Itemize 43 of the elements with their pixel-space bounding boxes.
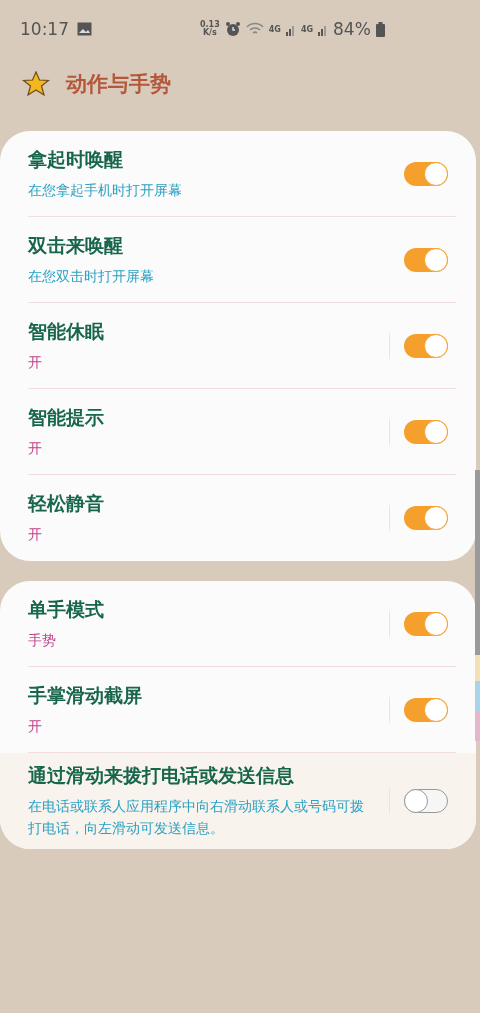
clock-time: 10:17 <box>20 19 69 39</box>
setting-row[interactable]: 手掌滑动截屏 开 <box>0 667 476 753</box>
setting-row[interactable]: 轻松静音 开 <box>0 475 476 561</box>
setting-description: 在您拿起手机时打开屏幕 <box>28 181 183 200</box>
battery-icon <box>375 21 385 37</box>
setting-row[interactable]: 双击来唤醒 在您双击时打开屏幕 <box>0 217 476 303</box>
toggle-switch[interactable] <box>404 789 448 813</box>
network-type: 4G <box>268 24 281 34</box>
setting-title: 通过滑动来拨打电话或发送信息 <box>28 763 295 788</box>
wifi-icon <box>245 22 264 36</box>
setting-status: 开 <box>28 439 43 458</box>
toggle-switch[interactable] <box>404 612 448 636</box>
setting-status: 开 <box>28 525 43 544</box>
image-icon <box>77 22 92 36</box>
setting-description: 在您双击时打开屏幕 <box>28 267 155 286</box>
network-speed: 0.13 K/s <box>200 21 220 37</box>
setting-row[interactable]: 单手模式 手势 <box>0 581 476 667</box>
setting-row[interactable]: 智能休眠 开 <box>0 303 476 389</box>
setting-status: 开 <box>28 353 43 372</box>
setting-row[interactable]: 智能提示 开 <box>0 389 476 475</box>
toggle-switch[interactable] <box>404 162 448 186</box>
setting-title: 手掌滑动截屏 <box>28 683 143 708</box>
setting-row[interactable]: 拿起时唤醒 在您拿起手机时打开屏幕 <box>0 131 476 217</box>
setting-title: 轻松静音 <box>28 491 105 516</box>
setting-status: 手势 <box>28 631 57 650</box>
toggle-switch[interactable] <box>404 248 448 272</box>
highlighted-setting-row[interactable]: 通过滑动来拨打电话或发送信息 在电话或联系人应用程序中向右滑动联系人或号码可拨打电话，向左滑动可发送信息。 <box>0 753 476 849</box>
star-icon <box>22 71 50 97</box>
setting-title: 拿起时唤醒 <box>28 147 124 172</box>
setting-title: 智能休眠 <box>28 319 105 344</box>
toggle-switch[interactable] <box>404 698 448 722</box>
toggle-switch[interactable] <box>404 420 448 444</box>
battery-level: 84% <box>333 19 371 39</box>
alarm-icon <box>224 21 241 37</box>
setting-title: 单手模式 <box>28 597 105 622</box>
page-title: 动作与手势 <box>66 71 171 98</box>
setting-description: 在电话或联系人应用程序中向右滑动联系人或号码可拨打电话，向左滑动可发送信息。 <box>28 797 365 838</box>
setting-status: 开 <box>28 717 43 736</box>
setting-title: 智能提示 <box>28 405 105 430</box>
network-type: 4G <box>300 24 314 34</box>
setting-title: 双击来唤醒 <box>28 233 124 258</box>
toggle-switch[interactable] <box>404 334 448 358</box>
toggle-switch[interactable] <box>404 506 448 530</box>
